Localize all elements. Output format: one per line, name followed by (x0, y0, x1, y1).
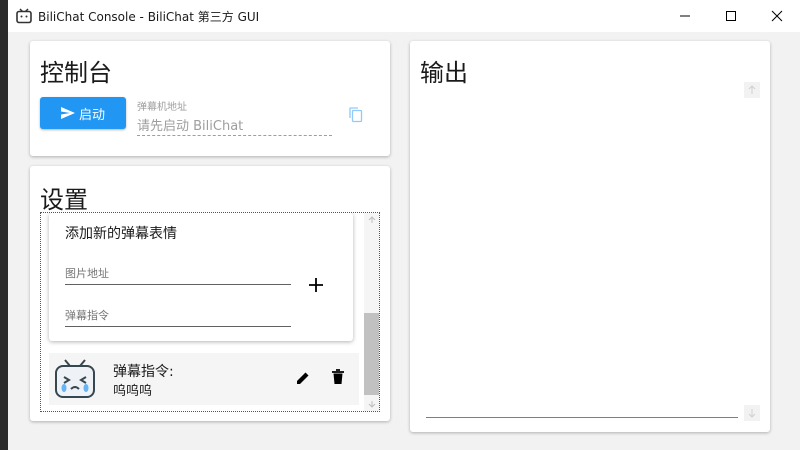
start-button-label: 启动 (78, 107, 105, 123)
crying-tv-emote-icon (55, 359, 95, 398)
emote-scroll-area[interactable]: 添加新的弹幕表情 图片地址 弹幕指令 弹幕指令: 呜呜呜 (40, 212, 380, 412)
emote-list-item: 弹幕指令: 呜呜呜 (49, 353, 359, 405)
edit-icon[interactable] (295, 370, 311, 386)
delete-icon[interactable] (331, 369, 345, 385)
output-textarea[interactable] (426, 417, 738, 418)
settings-title: 设置 (40, 186, 88, 214)
title-bar: BiliChat Console - BiliChat 第三方 GUI (8, 0, 800, 32)
output-title: 输出 (420, 59, 468, 87)
maximize-icon (726, 11, 736, 21)
output-scroll-down[interactable] (744, 405, 760, 421)
console-title: 控制台 (40, 59, 112, 87)
minimize-icon (680, 15, 690, 17)
scroll-up-icon[interactable] (368, 216, 376, 224)
danmaku-address-field[interactable]: 请先启动 BiliChat (137, 115, 243, 134)
copy-icon[interactable] (349, 107, 363, 123)
close-icon (771, 10, 783, 22)
console-card: 控制台 启动 弹幕机地址 请先启动 BiliChat (30, 41, 390, 156)
danmaku-address-underline (137, 135, 332, 136)
output-scroll-up[interactable] (744, 82, 760, 98)
minimize-button[interactable] (662, 0, 708, 32)
scroll-down-icon[interactable] (368, 400, 376, 408)
app-window: BiliChat Console - BiliChat 第三方 GUI 控制台 … (8, 0, 800, 450)
output-card: 输出 (410, 41, 770, 432)
scroll-down-icon (748, 409, 756, 418)
image-url-input[interactable] (65, 284, 291, 285)
command-input[interactable] (65, 326, 291, 327)
close-button[interactable] (754, 0, 800, 32)
danmaku-address-label: 弹幕机地址 (137, 102, 187, 113)
plus-icon[interactable] (308, 277, 324, 293)
image-url-label: 图片地址 (65, 267, 109, 280)
emote-command-label: 弹幕指令: (113, 364, 174, 380)
maximize-button[interactable] (708, 0, 754, 32)
window-title: BiliChat Console - BiliChat 第三方 GUI (38, 10, 260, 24)
send-icon (60, 107, 75, 119)
scrollbar-thumb[interactable] (364, 313, 379, 395)
bilibili-tv-icon (16, 8, 32, 24)
emote-command-value: 呜呜呜 (113, 384, 153, 399)
command-label: 弹幕指令 (65, 309, 109, 322)
scroll-up-icon (748, 85, 756, 94)
add-emote-card: 添加新的弹幕表情 图片地址 弹幕指令 (49, 213, 353, 341)
settings-card: 设置 添加新的弹幕表情 图片地址 弹幕指令 弹幕指令: 呜呜呜 (30, 166, 390, 421)
start-button[interactable]: 启动 (40, 97, 126, 129)
add-emote-title: 添加新的弹幕表情 (65, 226, 177, 242)
